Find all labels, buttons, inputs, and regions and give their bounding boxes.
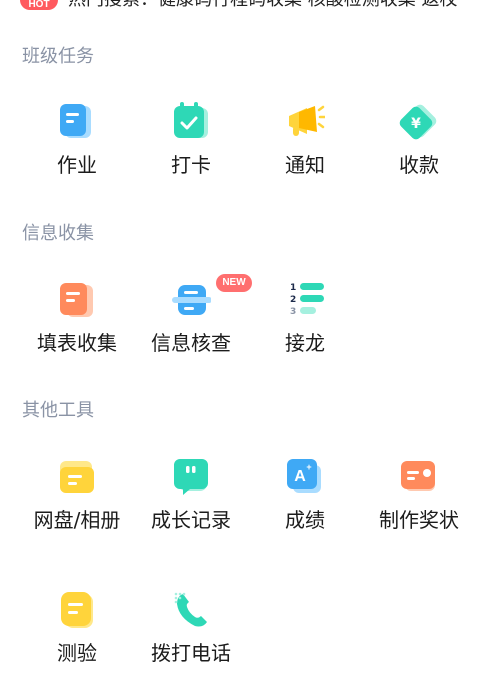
svg-text:3: 3 [290, 307, 296, 317]
tile-label: 打卡 [171, 153, 211, 177]
svg-text:¥: ¥ [411, 116, 421, 132]
tile-info-check[interactable]: NEW 信息核查 [134, 274, 252, 380]
tile-label: 信息核查 [151, 331, 231, 355]
section-title-other-tools: 其他工具 [22, 400, 94, 421]
tile-phone-call[interactable]: 拨打电话 [134, 590, 248, 690]
tile-notice[interactable]: 通知 [248, 102, 362, 202]
svg-text:+: + [306, 462, 311, 472]
tile-label: 接龙 [285, 331, 325, 355]
check-in-icon [174, 102, 208, 138]
section-title-info-collect: 信息收集 [22, 223, 94, 244]
folder-icon [60, 461, 94, 493]
tile-label: 收款 [399, 153, 439, 177]
svg-text:A: A [294, 468, 306, 485]
tile-label: 成绩 [285, 508, 325, 532]
numbered-list-icon: 1 2 3 [290, 283, 324, 317]
quote-icon [174, 459, 208, 495]
tile-label: 网盘/相册 [33, 508, 121, 532]
tile-make-certificate[interactable]: 制作奖状 [362, 457, 476, 557]
tile-label: 成长记录 [151, 508, 231, 532]
tile-growth-record[interactable]: 成长记录 [134, 457, 248, 557]
section-title-class-tasks: 班级任务 [22, 46, 94, 67]
tile-payment[interactable]: ¥ 收款 [362, 102, 476, 202]
tile-label: 测验 [57, 641, 97, 665]
grade-icon: A + [287, 459, 321, 493]
phone-icon [174, 592, 207, 627]
svg-text:2: 2 [290, 295, 296, 305]
homework-icon [60, 104, 91, 138]
scan-icon [172, 285, 211, 315]
new-badge: NEW [216, 274, 252, 292]
tile-label: 填表收集 [37, 331, 117, 355]
tile-drive-album[interactable]: 网盘/相册 [20, 457, 134, 557]
tile-label: 制作奖状 [379, 508, 459, 532]
form-icon [60, 283, 93, 317]
quiz-icon [61, 592, 93, 628]
hot-badge: HOT [20, 0, 58, 10]
tile-homework[interactable]: 作业 [20, 102, 134, 202]
tile-form-collect[interactable]: 填表收集 [20, 280, 134, 380]
tile-label: 通知 [285, 153, 325, 177]
tile-check-in[interactable]: 打卡 [134, 102, 248, 202]
tile-relay[interactable]: 1 2 3 接龙 [248, 280, 362, 380]
tile-label: 作业 [57, 153, 97, 177]
certificate-icon [401, 461, 435, 491]
tile-label: 拨打电话 [151, 641, 231, 665]
hot-search-text[interactable]: 热门搜索：健康码行程码收集 核酸检测收集 返校 [68, 0, 457, 11]
tile-grades[interactable]: A + 成绩 [248, 457, 362, 557]
megaphone-icon [289, 105, 325, 136]
tile-quiz[interactable]: 测验 [20, 590, 134, 690]
payment-icon: ¥ [399, 104, 437, 140]
svg-text:1: 1 [290, 283, 296, 293]
hot-search-bar[interactable]: HOT 热门搜索：健康码行程码收集 核酸检测收集 返校 [0, 0, 500, 14]
